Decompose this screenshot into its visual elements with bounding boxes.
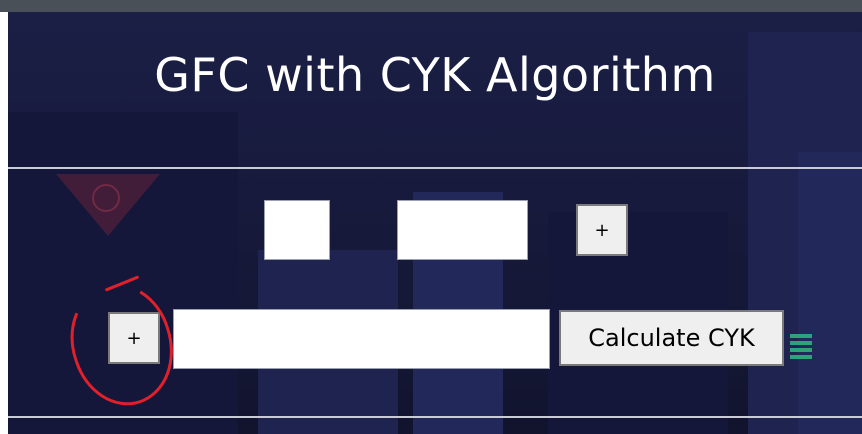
calculate-cyk-button[interactable]: Calculate CYK [559, 310, 784, 366]
string-input[interactable] [173, 309, 550, 369]
variable-field[interactable] [264, 200, 330, 260]
production-field[interactable] [397, 200, 528, 260]
title-divider [8, 167, 862, 169]
eye-ring-icon [92, 184, 120, 212]
page-background: GFC with CYK Algorithm + + Calculate CYK [8, 12, 862, 434]
background-building [798, 152, 862, 434]
page-title: GFC with CYK Algorithm [154, 48, 716, 102]
top-bar [0, 0, 862, 12]
bottom-divider [8, 416, 862, 418]
add-rule-button[interactable]: + [576, 204, 628, 256]
left-gutter [0, 12, 8, 434]
menu-bars-icon [790, 334, 812, 362]
